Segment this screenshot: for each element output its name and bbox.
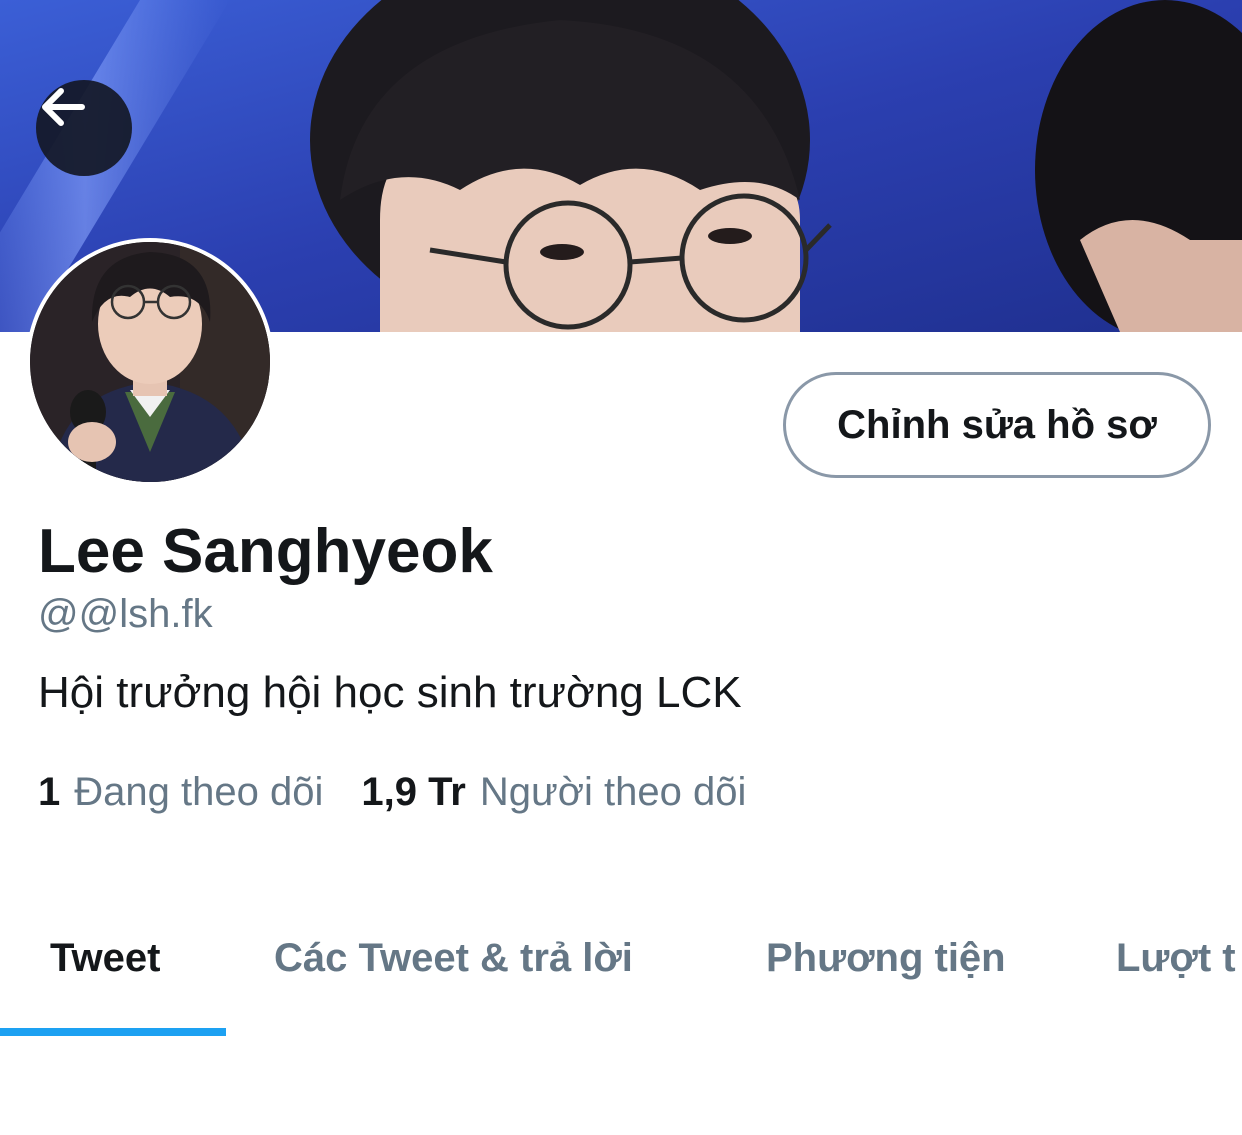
back-button[interactable]: [36, 80, 132, 176]
edit-profile-button[interactable]: Chỉnh sửa hồ sơ: [783, 372, 1211, 478]
followers-stat-link[interactable]: 1,9 Tr Người theo dõi: [361, 770, 746, 815]
tab-tweets[interactable]: Tweet: [50, 936, 160, 981]
following-stat-link[interactable]: 1 Đang theo dõi: [38, 770, 323, 815]
edit-profile-label: Chỉnh sửa hồ sơ: [837, 402, 1157, 447]
arrow-left-icon: [42, 88, 85, 126]
active-tab-indicator: [0, 1028, 226, 1036]
profile-bio: Hội trưởng hội học sinh trường LCK: [38, 668, 742, 717]
followers-label: Người theo dõi: [479, 770, 747, 814]
display-name: Lee Sanghyeok: [38, 517, 493, 586]
avatar-photo: [30, 242, 270, 482]
following-label: Đang theo dõi: [74, 770, 324, 814]
tab-media[interactable]: Phương tiện: [766, 936, 1006, 981]
tab-likes[interactable]: Lượt t: [1116, 936, 1236, 981]
profile-tabs: Tweet Các Tweet & trả lời Phương tiện Lư…: [0, 900, 1242, 1036]
profile-page: Chỉnh sửa hồ sơ Lee Sanghyeok @@lsh.fk H…: [0, 0, 1242, 1135]
avatar-illustration: [30, 242, 270, 482]
profile-avatar[interactable]: [26, 238, 274, 486]
following-count: 1: [38, 770, 61, 814]
tab-tweets-and-replies[interactable]: Các Tweet & trả lời: [274, 936, 633, 981]
username-handle: @@lsh.fk: [38, 592, 213, 636]
follow-stats: 1 Đang theo dõi 1,9 Tr Người theo dõi: [38, 770, 746, 815]
followers-count: 1,9 Tr: [361, 770, 466, 814]
